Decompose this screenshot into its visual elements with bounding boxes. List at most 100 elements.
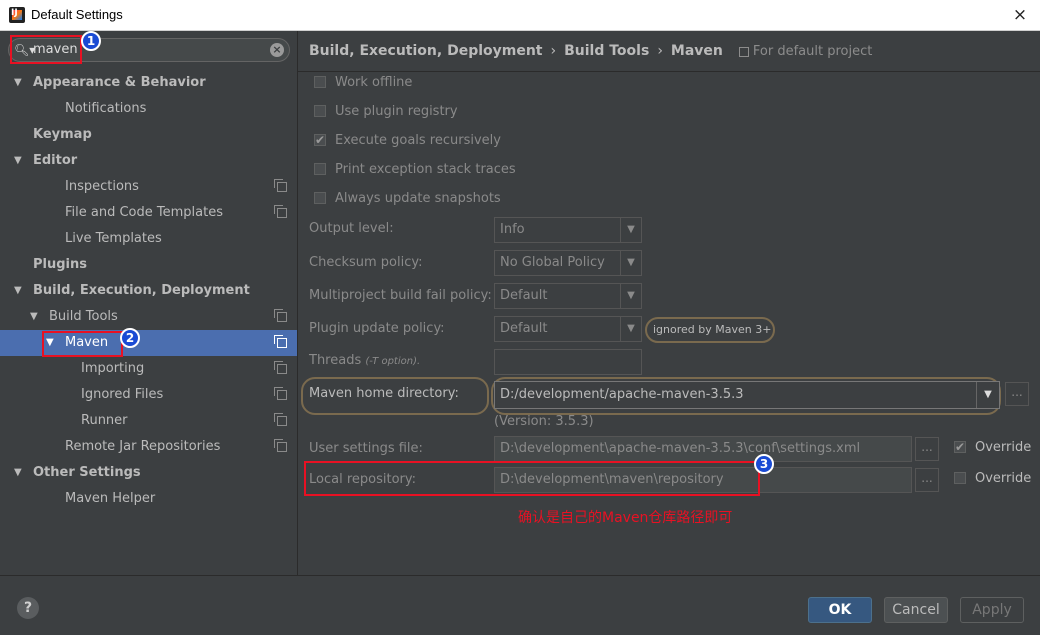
breadcrumb-separator-icon: › xyxy=(550,43,557,59)
output-level-select[interactable]: Info ▼ xyxy=(494,217,642,243)
annotation-text: 确认是自己的Maven仓库路径即可 xyxy=(518,510,733,526)
dialog-footer: ? OK Cancel Apply xyxy=(0,575,1040,635)
cancel-button[interactable]: Cancel xyxy=(884,597,948,623)
checkbox-box[interactable] xyxy=(314,131,326,149)
maven-version-text: (Version: 3.5.3) xyxy=(494,414,594,429)
chevron-down-icon[interactable]: ▼ xyxy=(620,284,641,308)
expand-arrow-icon[interactable]: ▼ xyxy=(30,304,38,330)
tree-item-other-settings[interactable]: ▼ Other Settings xyxy=(0,460,297,486)
apply-button[interactable]: Apply xyxy=(960,597,1024,623)
maven-home-select[interactable]: D:/development/apache-maven-3.5.3 ▼ xyxy=(494,381,1000,409)
tree-item-label: Inspections xyxy=(65,179,139,194)
tree-item-label: Build, Execution, Deployment xyxy=(33,283,250,298)
chevron-down-icon[interactable]: ▼ xyxy=(976,382,999,408)
tree-item-editor[interactable]: ▼ Editor xyxy=(0,148,297,174)
tree-item-label: Editor xyxy=(33,153,78,168)
ignored-note: ignored by Maven 3+ xyxy=(653,323,772,336)
expand-arrow-icon[interactable]: ▼ xyxy=(14,70,22,96)
user-settings-label: User settings file: xyxy=(309,441,423,456)
close-icon[interactable]: × xyxy=(1008,3,1032,27)
checkbox-box[interactable] xyxy=(314,76,326,88)
checkbox-box[interactable] xyxy=(954,438,966,456)
multiproject-fail-policy-select[interactable]: Default ▼ xyxy=(494,283,642,309)
tree-item-label: Runner xyxy=(81,413,128,428)
checksum-policy-label: Checksum policy: xyxy=(309,255,423,270)
local-repository-browse-button[interactable]: ... xyxy=(915,468,939,492)
scope-label: For default project xyxy=(738,44,872,59)
settings-sidebar: 🔍︎▾ maven × ▼ Appearance & Behavior Notifi… xyxy=(0,31,298,575)
tree-item-notifications[interactable]: Notifications xyxy=(0,96,297,122)
breadcrumb-item: Build, Execution, Deployment xyxy=(309,43,543,59)
project-scope-icon xyxy=(274,179,287,192)
copy-icon xyxy=(738,46,749,57)
user-settings-input[interactable]: D:\development\apache-maven-3.5.3\conf\s… xyxy=(494,436,912,462)
tree-item-label: Live Templates xyxy=(65,231,162,246)
user-settings-browse-button[interactable]: ... xyxy=(915,437,939,461)
local-repository-highlight-box xyxy=(304,461,760,496)
checkbox-box[interactable] xyxy=(314,163,326,175)
project-scope-icon xyxy=(274,205,287,218)
help-icon[interactable]: ? xyxy=(17,597,39,619)
expand-arrow-icon[interactable]: ▼ xyxy=(14,460,22,486)
checkbox-box[interactable] xyxy=(314,192,326,204)
tree-item-runner[interactable]: Runner xyxy=(0,408,297,434)
tree-item-maven-helper[interactable]: Maven Helper xyxy=(0,486,297,512)
search-highlight-box xyxy=(10,35,82,64)
plugin-update-policy-select[interactable]: Default ▼ xyxy=(494,316,642,342)
ok-button[interactable]: OK xyxy=(808,597,872,623)
threads-input[interactable] xyxy=(494,349,642,375)
tree-item-appearance-behavior[interactable]: ▼ Appearance & Behavior xyxy=(0,70,297,96)
tree-item-label: File and Code Templates xyxy=(65,205,223,220)
tree-item-remote-jar-repositories[interactable]: Remote Jar Repositories xyxy=(0,434,297,460)
clear-search-icon[interactable]: × xyxy=(270,43,284,57)
tree-item-plugins[interactable]: Plugins xyxy=(0,252,297,278)
tree-item-label: Ignored Files xyxy=(81,387,164,402)
tree-item-inspections[interactable]: Inspections xyxy=(0,174,297,200)
tree-item-build-execution-deployment[interactable]: ▼ Build, Execution, Deployment xyxy=(0,278,297,304)
expand-arrow-icon[interactable]: ▼ xyxy=(14,278,22,304)
tree-item-live-templates[interactable]: Live Templates xyxy=(0,226,297,252)
checkbox-box[interactable] xyxy=(954,472,966,484)
breadcrumb: Build, Execution, Deployment › Build Tools… xyxy=(309,43,872,59)
breadcrumb-item: Maven xyxy=(670,43,723,59)
maven-highlight-box xyxy=(42,331,123,357)
checkbox-box[interactable] xyxy=(314,105,326,117)
tree-item-label: Keymap xyxy=(33,127,92,142)
chevron-down-icon[interactable]: ▼ xyxy=(620,251,641,275)
intellij-logo-icon xyxy=(9,7,25,23)
ignored-note-highlight: ignored by Maven 3+ xyxy=(645,317,775,343)
tree-item-label: Appearance & Behavior xyxy=(33,75,206,90)
annotation-badge-3: 3 xyxy=(754,454,774,474)
project-scope-icon xyxy=(274,361,287,374)
chevron-down-icon[interactable]: ▼ xyxy=(620,317,641,341)
output-level-label: Output level: xyxy=(309,221,394,236)
maven-home-label: Maven home directory: xyxy=(309,386,459,401)
tree-item-label: Remote Jar Repositories xyxy=(65,439,221,454)
tree-item-label: Plugins xyxy=(33,257,87,272)
tree-item-importing[interactable]: Importing xyxy=(0,356,297,382)
expand-arrow-icon[interactable]: ▼ xyxy=(14,148,22,174)
multiproject-fail-policy-label: Multiproject build fail policy: xyxy=(309,288,492,303)
maven-home-browse-button[interactable]: ... xyxy=(1005,382,1029,406)
tree-item-keymap[interactable]: Keymap xyxy=(0,122,297,148)
project-scope-icon xyxy=(274,387,287,400)
checksum-policy-select[interactable]: No Global Policy ▼ xyxy=(494,250,642,276)
title-bar: Default Settings × xyxy=(0,0,1040,31)
tree-item-build-tools[interactable]: ▼ Build Tools xyxy=(0,304,297,330)
tree-item-label: Other Settings xyxy=(33,465,141,480)
tree-item-label: Notifications xyxy=(65,101,147,116)
tree-item-file-and-code-templates[interactable]: File and Code Templates xyxy=(0,200,297,226)
maven-settings-panel: Build, Execution, Deployment › Build Tools… xyxy=(298,31,1040,575)
divider xyxy=(298,71,1040,72)
project-scope-icon xyxy=(274,309,287,322)
chevron-down-icon[interactable]: ▼ xyxy=(620,218,641,242)
tree-item-label: Maven Helper xyxy=(65,491,156,506)
tree-item-ignored-files[interactable]: Ignored Files xyxy=(0,382,297,408)
window-title: Default Settings xyxy=(31,7,123,22)
threads-label: Threads (-T option). xyxy=(309,353,421,368)
breadcrumb-separator-icon: › xyxy=(657,43,663,59)
project-scope-icon xyxy=(274,439,287,452)
project-scope-icon xyxy=(274,413,287,426)
tree-item-label: Build Tools xyxy=(49,309,118,324)
plugin-update-policy-label: Plugin update policy: xyxy=(309,321,445,336)
